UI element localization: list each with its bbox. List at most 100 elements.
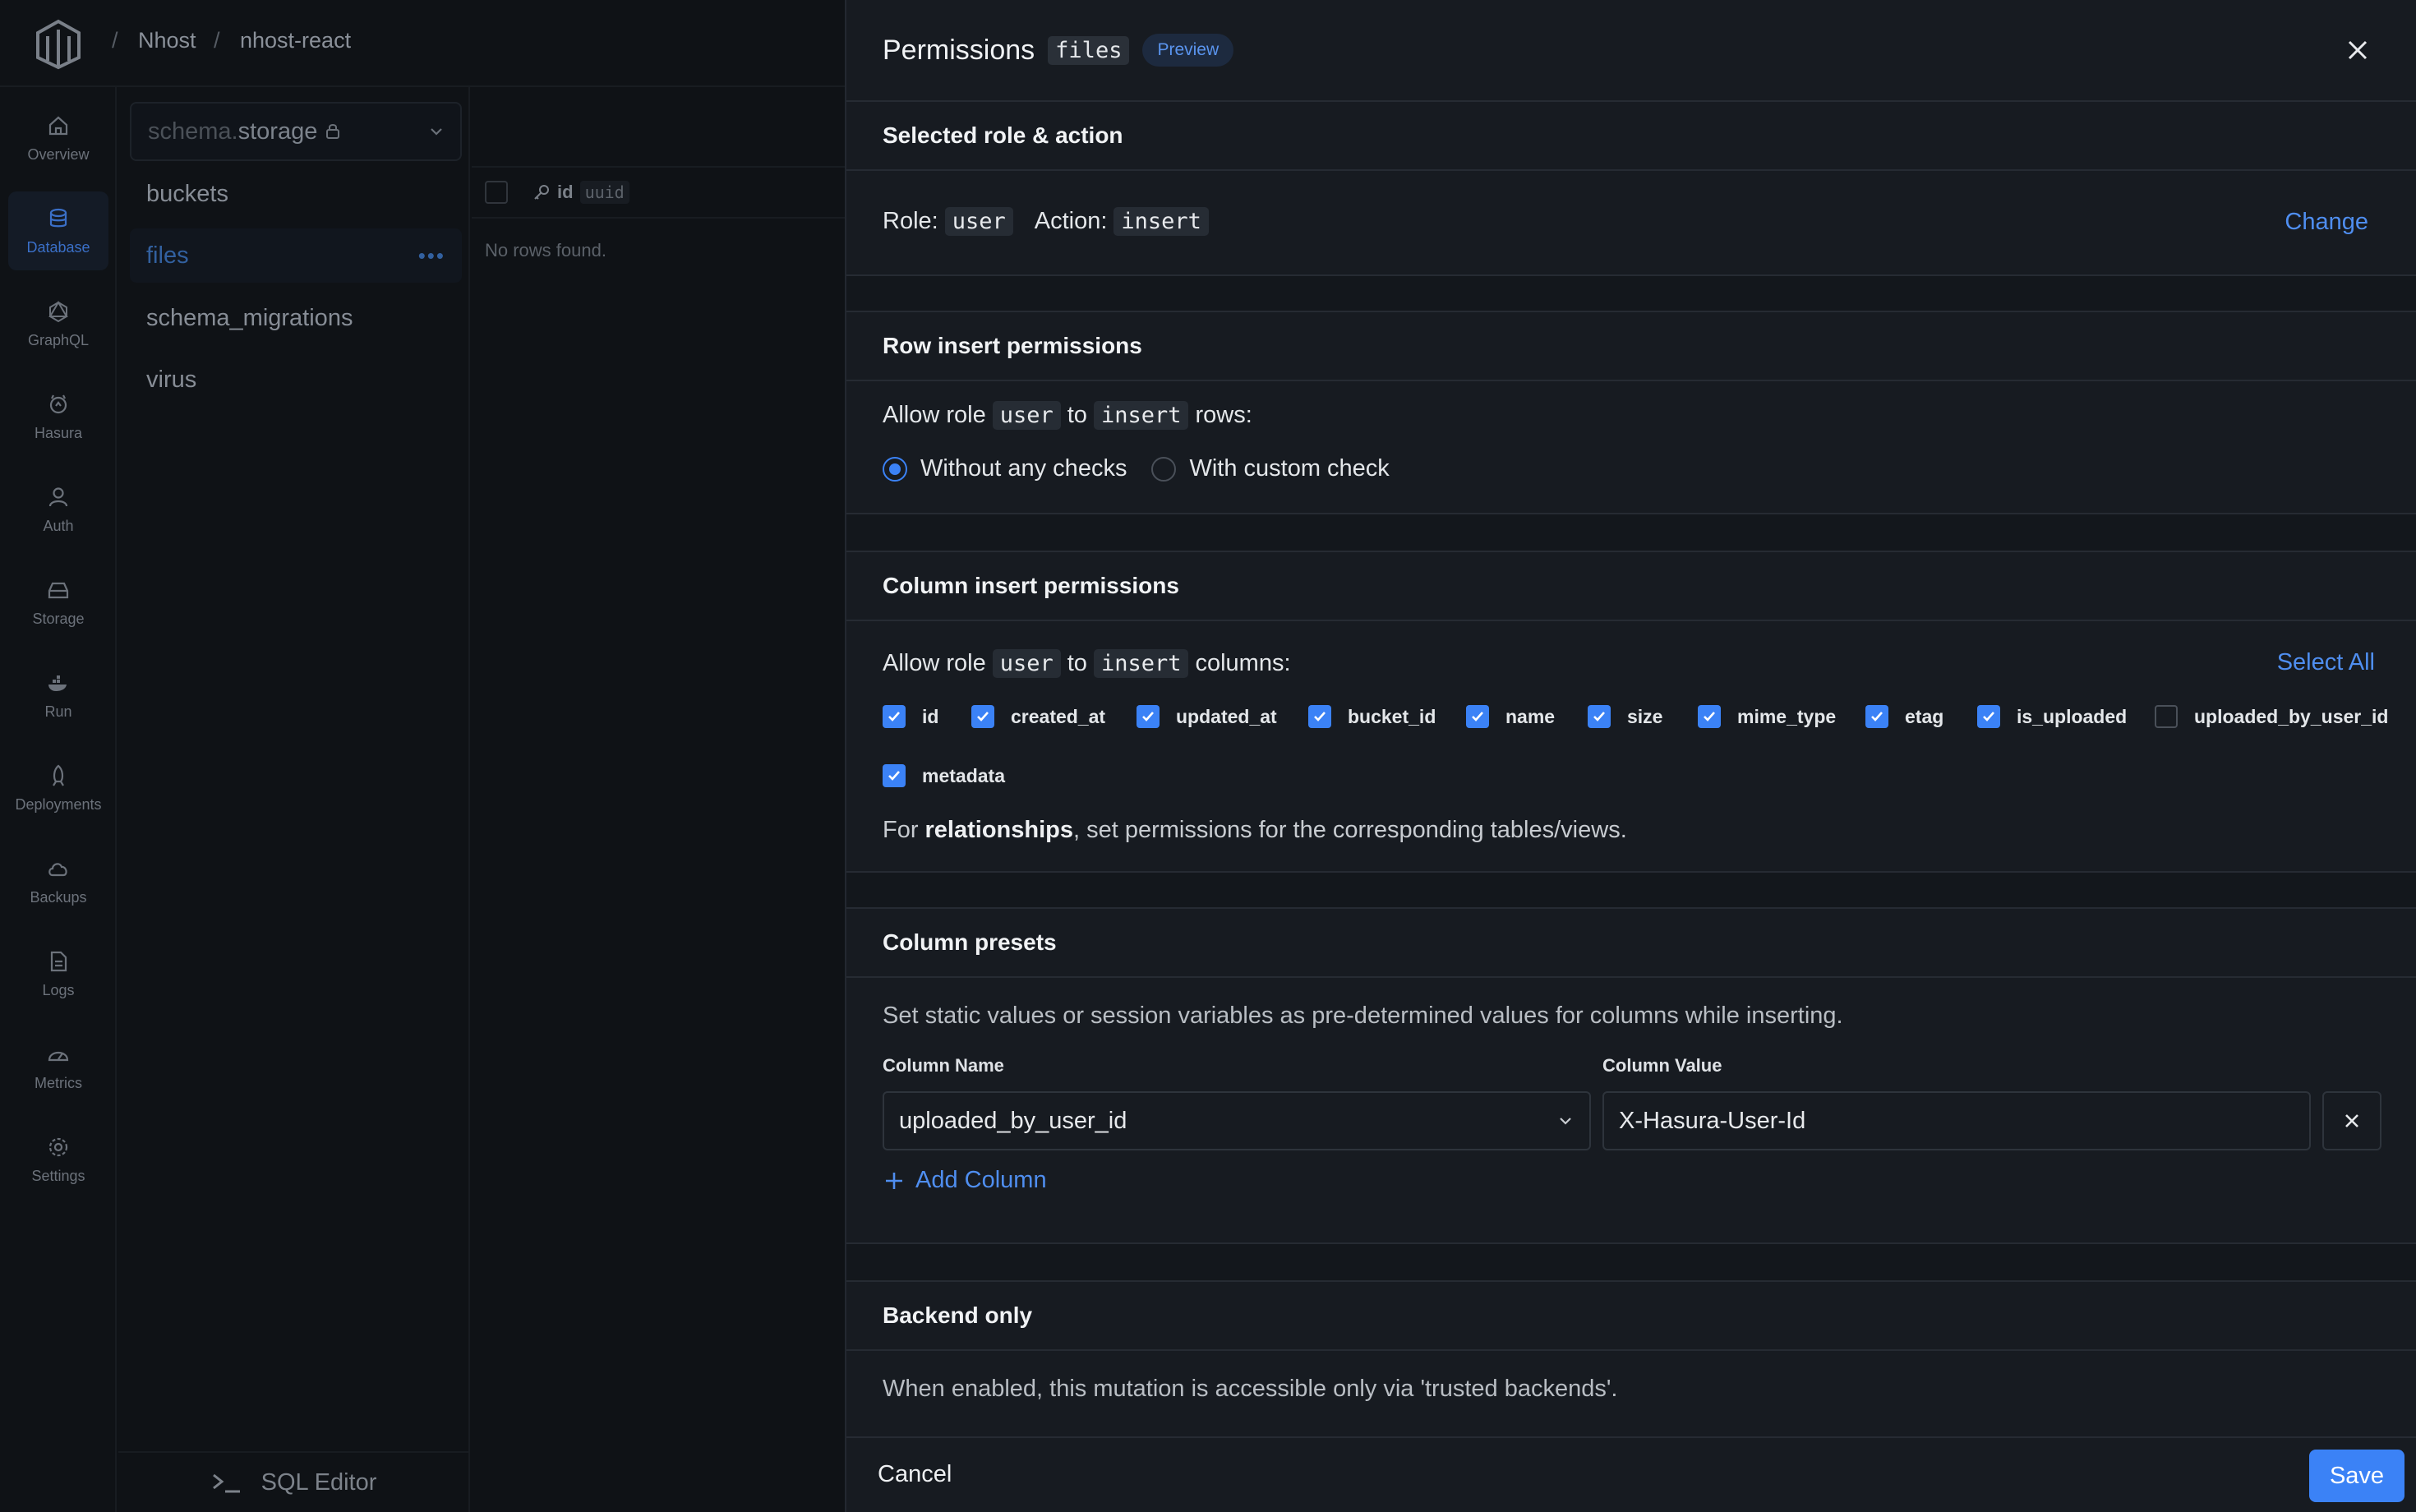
select-all-rows-checkbox[interactable] xyxy=(485,181,508,204)
sql-editor-label: SQL Editor xyxy=(261,1468,377,1496)
nav-graphql[interactable]: GraphQL xyxy=(8,284,108,363)
column-name-select[interactable]: uploaded_by_user_id xyxy=(883,1091,1591,1150)
nav-overview[interactable]: Overview xyxy=(8,99,108,177)
more-icon[interactable]: ••• xyxy=(418,243,445,269)
nav-storage[interactable]: Storage xyxy=(8,563,108,642)
note-bold: relationships xyxy=(924,817,1074,843)
plus-icon xyxy=(886,1172,902,1189)
radio-without-checks[interactable] xyxy=(883,456,907,482)
nav-label: Auth xyxy=(43,517,74,534)
check-icon[interactable] xyxy=(971,705,994,728)
checkbox-empty[interactable] xyxy=(2155,705,2178,728)
column-checkbox-name[interactable]: name xyxy=(1466,705,1555,728)
nav-label: GraphQL xyxy=(27,331,90,348)
backend-description: When enabled, this mutation is accessibl… xyxy=(883,1376,1618,1402)
breadcrumb-project[interactable]: nhost-react xyxy=(240,28,351,53)
nav-backups[interactable]: Backups xyxy=(8,841,108,920)
select-all-button[interactable]: Select All xyxy=(2277,649,2375,676)
check-icon[interactable] xyxy=(1588,705,1611,728)
nhost-logo-icon[interactable] xyxy=(33,16,84,71)
radio-label: With custom check xyxy=(1189,455,1390,482)
column-checkbox-label: updated_at xyxy=(1176,705,1277,727)
preview-badge: Preview xyxy=(1142,34,1234,67)
allow-prefix: Allow role xyxy=(883,402,986,428)
action-tag: insert xyxy=(1093,401,1189,430)
schema-select[interactable]: schema. storage xyxy=(130,102,462,161)
top-bar: / Nhost / nhost-react xyxy=(0,0,845,87)
check-icon[interactable] xyxy=(1698,705,1721,728)
column-checkbox-size[interactable]: size xyxy=(1588,705,1662,728)
table-item-schema-migrations[interactable]: schema_migrations xyxy=(130,291,462,345)
grid-header: id uuid xyxy=(472,166,845,219)
column-checkbox-label: metadata xyxy=(922,764,1005,786)
cancel-button[interactable]: Cancel xyxy=(871,1458,958,1491)
remove-preset-button[interactable] xyxy=(2322,1091,2381,1150)
nav-deployments[interactable]: Deployments xyxy=(8,749,108,827)
column-checkbox-id[interactable]: id xyxy=(883,705,938,728)
run-icon xyxy=(48,675,67,691)
drawer-footer: Cancel Save xyxy=(846,1436,2416,1512)
nav-metrics[interactable]: Metrics xyxy=(8,1027,108,1106)
nav-label: Hasura xyxy=(34,424,83,441)
column-checkbox-metadata[interactable]: metadata xyxy=(883,764,1005,787)
rocket-icon xyxy=(53,764,64,786)
schema-prefix: schema. xyxy=(148,118,238,145)
column-checkbox-uploaded-by-user-id[interactable]: uploaded_by_user_id xyxy=(2155,705,2388,728)
column-value-input[interactable]: X-Hasura-User-Id xyxy=(1602,1091,2311,1150)
table-item-label: files xyxy=(146,242,189,269)
column-name: id xyxy=(557,182,574,202)
hasura-icon xyxy=(49,394,67,413)
table-item-virus[interactable]: virus xyxy=(130,353,462,407)
to-text: to xyxy=(1067,650,1087,676)
key-icon xyxy=(534,185,549,200)
radio-custom-check[interactable] xyxy=(1151,456,1177,482)
nav-auth[interactable]: Auth xyxy=(8,470,108,549)
nav-logs[interactable]: Logs xyxy=(8,934,108,1013)
nav-run[interactable]: Run xyxy=(8,656,108,735)
close-icon[interactable] xyxy=(2344,36,2372,64)
drawer-header: Permissions files Preview xyxy=(846,0,2416,102)
nav-hasura[interactable]: Hasura xyxy=(8,377,108,456)
nav-label: Logs xyxy=(42,981,75,998)
check-icon[interactable] xyxy=(1466,705,1489,728)
column-name-value: uploaded_by_user_id xyxy=(899,1107,1127,1134)
check-icon[interactable] xyxy=(1137,705,1160,728)
column-checkbox-is-uploaded[interactable]: is_uploaded xyxy=(1977,705,2127,728)
nav-settings[interactable]: Settings xyxy=(8,1120,108,1199)
column-header-id[interactable]: id uuid xyxy=(533,181,629,204)
sql-editor-button[interactable]: SQL Editor xyxy=(118,1451,468,1512)
table-item-files[interactable]: files ••• xyxy=(130,228,462,283)
check-icon[interactable] xyxy=(1865,705,1888,728)
check-icon[interactable] xyxy=(883,764,906,787)
gauge-icon xyxy=(48,1051,69,1061)
check-icon[interactable] xyxy=(1308,705,1331,728)
role-label: Role: xyxy=(883,208,938,234)
column-checkbox-bucket-id[interactable]: bucket_id xyxy=(1308,705,1436,728)
column-checkbox-updated-at[interactable]: updated_at xyxy=(1137,705,1277,728)
check-icon[interactable] xyxy=(1977,705,2000,728)
nav-label: Metrics xyxy=(35,1074,82,1091)
change-button[interactable]: Change xyxy=(2285,209,2368,236)
rows-suffix: rows: xyxy=(1195,402,1252,428)
check-icon[interactable] xyxy=(883,705,906,728)
save-button[interactable]: Save xyxy=(2309,1450,2404,1502)
role-tag: user xyxy=(944,207,1013,236)
app-background: / Nhost / nhost-react Overview Database … xyxy=(0,0,845,1512)
permissions-drawer: Permissions files Preview Selected role … xyxy=(845,0,2416,1512)
database-icon xyxy=(49,208,67,227)
table-list-panel: schema. storage buckets files ••• schema… xyxy=(118,87,470,1512)
column-checkbox-created-at[interactable]: created_at xyxy=(971,705,1105,728)
column-checkbox-etag[interactable]: etag xyxy=(1865,705,1943,728)
nav-database[interactable]: Database xyxy=(8,191,108,270)
section-heading: Column insert permissions xyxy=(846,552,2416,621)
section-gap xyxy=(846,873,2416,907)
section-heading: Selected role & action xyxy=(846,102,2416,171)
add-column-button[interactable]: Add Column xyxy=(883,1167,1047,1194)
sidebar-nav: Overview Database GraphQL Hasura Auth St… xyxy=(0,87,117,1512)
breadcrumb-org[interactable]: Nhost xyxy=(138,28,196,53)
nav-label: Run xyxy=(44,703,72,720)
row-allow-line: Allow role user to insert rows: xyxy=(883,401,1252,430)
table-item-buckets[interactable]: buckets xyxy=(130,167,462,221)
nav-label: Database xyxy=(26,238,90,256)
column-checkbox-mime-type[interactable]: mime_type xyxy=(1698,705,1836,728)
